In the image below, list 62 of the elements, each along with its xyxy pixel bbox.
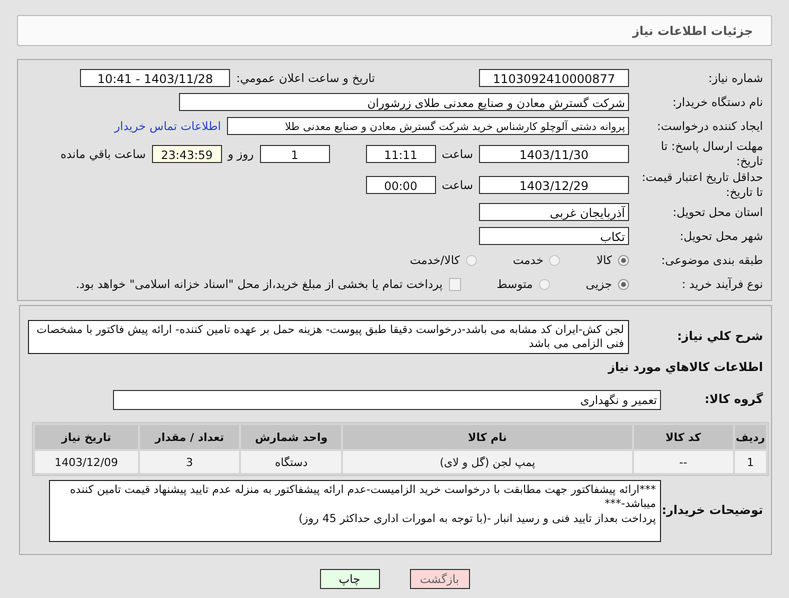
requester-field: پروانه دشتی آلوچلو کارشناس خرید شرکت گسترش معادن و صنایع معدنی طلا [227,117,629,135]
radio-label: جزیی [586,277,612,291]
buyer-name-field: شرکت گسترش معادن و صنایع معدنی طلای زرشوران [179,93,629,111]
time-label: ساعت [442,178,473,192]
radio-button[interactable] [618,278,629,290]
field-label: تاریخ و ساعت اعلان عمومي: [236,71,375,85]
deadline-date-field: 1403/11/30 [479,144,629,162]
radio-button[interactable] [618,254,629,266]
table-cell: 1 [734,451,766,473]
table-cell: -- [634,451,733,473]
remaining-label: ساعت باقي مانده [60,146,146,160]
field-label: شماره نیاز: [707,70,763,86]
field-label: مهلت ارسال پاسخ: تا تاریخ: [660,138,763,168]
radio-button[interactable] [538,278,550,290]
back-button[interactable]: بازگشت [410,569,470,589]
field-label: ایجاد کننده درخواست: [656,118,763,134]
print-button[interactable]: چاپ [320,569,380,589]
buyer-contact-link[interactable]: اطلاعات تماس خریدار [114,119,221,133]
radio-button[interactable] [466,254,477,266]
field-label: طبقه بندی موضوعی: [660,252,763,268]
column-header: کد کالا [634,425,733,449]
table-cell: 3 [140,451,240,473]
buyer-notes-textarea[interactable] [49,480,661,542]
column-header: تعداد / مقدار [140,425,240,449]
column-header: ردیف [734,425,766,449]
note-text: پرداخت بعداز تایید فنی و رسید انبار -(با توجه به امورات اداری حداکثر 45 روز) [298,512,656,526]
radio-label: کالا [596,253,612,267]
checkbox[interactable] [448,278,461,290]
field-label: شهر محل تحویل: [678,228,763,244]
days-field: 1 [260,144,330,162]
radio-label: متوسط [496,277,533,291]
remaining-time-field: 23:43:59 [152,144,222,162]
province-field: آذربایجان غربی [479,203,629,221]
field-label: نام دستگاه خریدار: [671,94,763,110]
field-label: استان محل تحویل: [672,204,763,220]
announce-date-field: 1403/11/28 - 10:41 [80,69,230,87]
field-label: شرح کلي نیاز: [676,329,763,345]
radio-label: خدمت [512,253,544,267]
note-text: ***ارائه پیشفاکتور جهت مطابقت با درخواست خرید الزامیست-عدم ارائه پیشفاکتور به منزله عدم تایید پیشنهاد قیمت تامین کننده میباشد-*** [69,483,656,512]
checkbox-label: پرداخت تمام یا بخشی از مبلغ خرید،از محل "اسناد خزانه اسلامی" خواهد بود. [76,277,443,291]
column-header: نام کالا [343,425,632,449]
table-cell: پمپ لجن (گل و لای) [343,451,632,473]
field-label: نوع فرآیند خرید : [680,276,763,292]
validity-time-field: 00:00 [366,176,436,194]
deadline-time-field: 11:11 [366,144,436,162]
time-label: ساعت [442,146,473,160]
section-heading: اطلاعات کالاهاي مورد نياز [606,360,763,374]
need-number-field: 1103092410000877 [479,69,629,87]
table-cell: دستگاه [241,451,342,473]
goods-group-field: تعمیر و نگهداری [113,390,661,410]
column-header: واحد شمارش [241,425,342,449]
field-label: گروه کالا: [704,392,763,408]
page-title: جزئیات اطلاعات نیاز [632,24,753,38]
description-textarea[interactable]: لجن کش-ایران کد مشابه می باشد-درخواست دقیقا طبق پیوست- هزینه حمل بر عهده تامین کننده- ارائه پیش فاکتور با مشخصات فنی الزامی می باشد [28,320,629,354]
validity-date-field: 1403/12/29 [479,176,629,194]
table-cell: 1403/12/09 [35,451,138,473]
days-label: روز و [228,146,254,160]
column-header: تاریخ نیاز [35,425,138,449]
radio-button[interactable] [549,254,560,266]
radio-label: کالا/خدمت [410,253,460,267]
field-label: حداقل تاریخ اعتبار قیمت: تا تاریخ: [640,170,763,200]
city-field: تکاب [479,227,629,245]
